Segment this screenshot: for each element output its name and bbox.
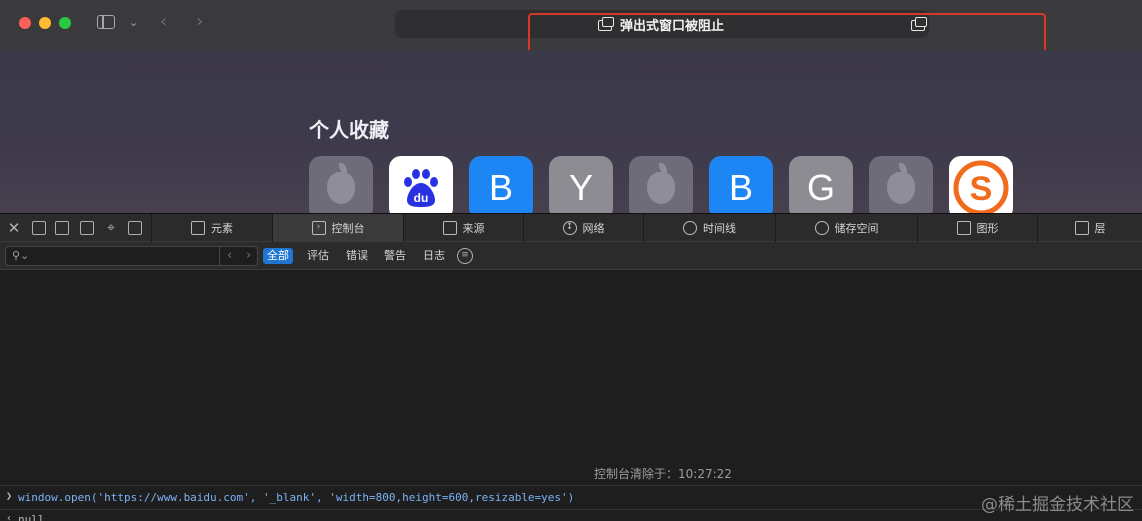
apple-icon <box>647 163 675 204</box>
tab-label: 控制台 <box>331 222 365 235</box>
tab-graphics[interactable]: 图形 <box>917 214 1037 242</box>
tab-label: 层 <box>1094 222 1106 235</box>
network-icon: ↕ <box>562 221 577 235</box>
chevron-left-icon[interactable]: ‹ <box>227 248 232 263</box>
filter-chip-logs[interactable]: 日志 <box>419 248 449 264</box>
filter-menu-icon[interactable]: ≡ <box>457 248 473 264</box>
close-devtools-icon[interactable]: ✕ <box>7 221 21 236</box>
console-filter-bar: ⚲⌄ ‹ › 全部 评估 错误 警告 日志 ≡ <box>0 242 1142 270</box>
output-chevron-icon: ‹ <box>6 513 13 521</box>
search-icon: ⚲⌄ <box>12 249 30 262</box>
image-icon <box>956 221 971 235</box>
console-output-line: ‹ null <box>0 509 1142 521</box>
favorite-tile-apple[interactable] <box>869 156 933 213</box>
divider <box>219 247 220 265</box>
favorite-tile-baidu[interactable]: du <box>389 156 453 213</box>
favorite-tile-apple[interactable] <box>629 156 693 213</box>
chevron-left-icon[interactable]: ‹ <box>160 13 167 31</box>
console-input-line[interactable]: ❯ window.open('https://www.baidu.com', '… <box>0 485 1142 509</box>
filter-chip-errors[interactable]: 错误 <box>342 248 372 264</box>
minimize-window-button[interactable] <box>39 17 51 29</box>
favorites-title: 个人收藏 <box>309 118 389 142</box>
tab-label: 网络 <box>582 222 605 235</box>
svg-text:du: du <box>414 191 429 205</box>
console-cleared-message: 控制台清除于：10:27:22 <box>594 467 732 481</box>
chevron-down-icon[interactable]: ⌄ <box>129 15 138 31</box>
favorite-tile-y[interactable]: Y <box>549 156 613 213</box>
detach-window-icon[interactable] <box>80 221 94 235</box>
watermark: @稀土掘金技术社区 <box>981 495 1134 515</box>
layers-icon <box>1074 221 1089 235</box>
sidebar-icon[interactable] <box>97 15 115 29</box>
tab-label: 图形 <box>976 222 999 235</box>
tab-console[interactable]: › 控制台 <box>272 214 403 242</box>
tab-timelines[interactable]: 时间线 <box>643 214 775 242</box>
console-output: null <box>18 513 45 521</box>
tab-label: 元素 <box>211 222 233 235</box>
database-icon <box>814 221 829 235</box>
console-command: window.open('https://www.baidu.com', '_b… <box>18 491 575 504</box>
chevron-right-icon[interactable]: › <box>246 248 251 263</box>
tab-layers[interactable]: 层 <box>1037 214 1142 242</box>
prompt-chevron-icon: ❯ <box>6 491 13 502</box>
tab-label: 储存空间 <box>834 222 879 235</box>
filter-chip-evaluations[interactable]: 评估 <box>303 248 333 264</box>
tab-label: 时间线 <box>703 222 736 235</box>
console-filter-input[interactable]: ⚲⌄ ‹ › <box>5 246 258 266</box>
apple-icon <box>327 163 355 204</box>
favorite-tile-sogou[interactable]: S <box>949 156 1013 213</box>
zoom-window-button[interactable] <box>59 17 71 29</box>
svg-text:S: S <box>970 170 993 208</box>
tab-elements[interactable]: 元素 <box>151 214 272 242</box>
tab-sources[interactable]: 来源 <box>403 214 523 242</box>
dock-right-icon[interactable] <box>55 221 69 235</box>
apple-icon <box>887 163 915 204</box>
favorite-tile-b[interactable]: B <box>709 156 773 213</box>
device-icon[interactable] <box>128 221 142 235</box>
close-window-button[interactable] <box>19 17 31 29</box>
document-icon <box>442 221 457 235</box>
filter-chip-all[interactable]: 全部 <box>263 248 293 264</box>
filter-chip-warnings[interactable]: 警告 <box>380 248 410 264</box>
favorite-tile-b[interactable]: B <box>469 156 533 213</box>
favorite-tile-apple[interactable] <box>309 156 373 213</box>
tab-storage[interactable]: 储存空间 <box>775 214 917 242</box>
devtools-tab-bar: ✕ ⌖ 元素 › 控制台 来源 ↕ 网络 时间线 储存空间 图形 层 <box>0 213 1142 242</box>
sogou-icon: S <box>953 160 1009 213</box>
console-icon: › <box>311 221 326 235</box>
baidu-paw-icon: du <box>404 169 438 207</box>
start-page: 个人收藏 du B Y B G S <box>0 50 1142 213</box>
element-picker-icon[interactable]: ⌖ <box>104 221 118 235</box>
clock-icon <box>683 221 697 235</box>
console-area: 控制台清除于：10:27:22 <box>0 271 1142 484</box>
tab-network[interactable]: ↕ 网络 <box>523 214 643 242</box>
favorite-tile-g[interactable]: G <box>789 156 853 213</box>
tab-label: 来源 <box>462 222 485 235</box>
chevron-right-icon[interactable]: › <box>196 13 203 31</box>
dock-left-icon[interactable] <box>32 221 46 235</box>
elements-icon <box>191 221 205 235</box>
